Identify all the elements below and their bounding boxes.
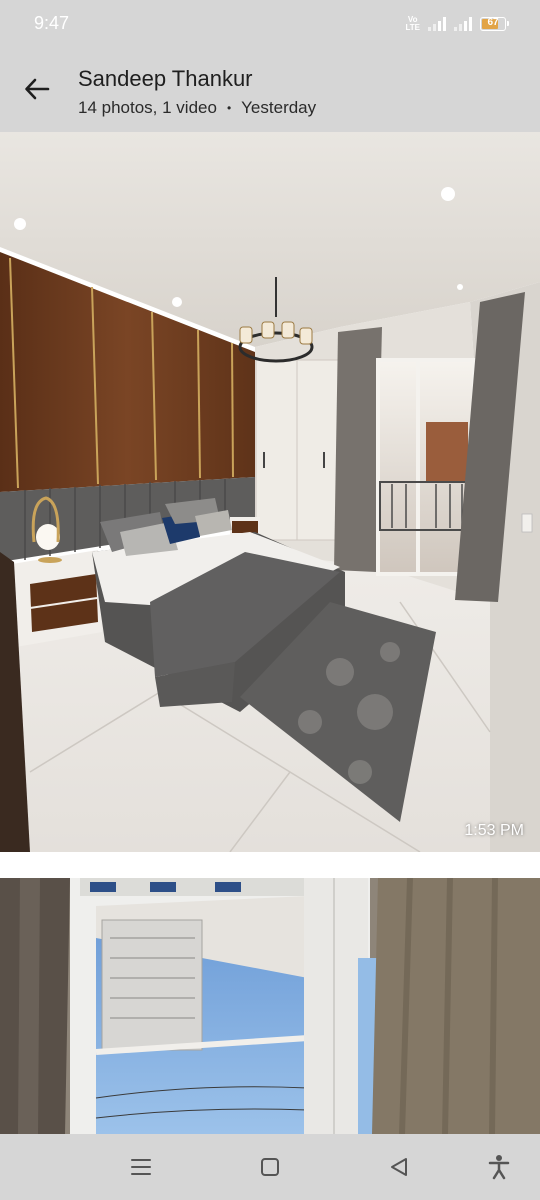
page-subtitle: 14 photos, 1 video • Yesterday xyxy=(78,98,316,118)
status-icons: Vo LTE 67 xyxy=(405,14,509,34)
nav-back-button[interactable] xyxy=(385,1153,413,1181)
battery-icon: 67 xyxy=(480,17,509,31)
app-bar: Sandeep Thankur 14 photos, 1 video • Yes… xyxy=(0,48,540,132)
home-square-icon xyxy=(261,1158,279,1176)
bedroom-photo[interactable]: 1:53 PM xyxy=(0,132,540,852)
accessibility-button[interactable] xyxy=(485,1153,513,1181)
menu-button[interactable] xyxy=(127,1153,155,1181)
accessibility-icon xyxy=(488,1155,510,1180)
signal-icon xyxy=(428,17,446,31)
home-button[interactable] xyxy=(256,1153,284,1181)
balcony-photo[interactable] xyxy=(0,878,540,1134)
status-bar: 9:47 Vo LTE 67 xyxy=(0,0,540,48)
menu-icon xyxy=(131,1159,151,1175)
back-button[interactable] xyxy=(18,70,56,108)
battery-level: 67 xyxy=(487,17,499,28)
navigation-bar xyxy=(0,1134,540,1200)
page-title: Sandeep Thankur xyxy=(78,66,253,91)
photo-timestamp: 1:53 PM xyxy=(464,822,524,839)
media-count: 14 photos, 1 video xyxy=(78,98,217,117)
status-time: 9:47 xyxy=(34,13,70,33)
arrow-left-icon xyxy=(25,78,50,100)
volte-icon: Vo LTE xyxy=(405,15,420,32)
signal-icon xyxy=(454,17,472,31)
subtitle-separator: • xyxy=(226,101,232,115)
media-date: Yesterday xyxy=(241,98,317,117)
back-triangle-icon xyxy=(391,1158,407,1176)
